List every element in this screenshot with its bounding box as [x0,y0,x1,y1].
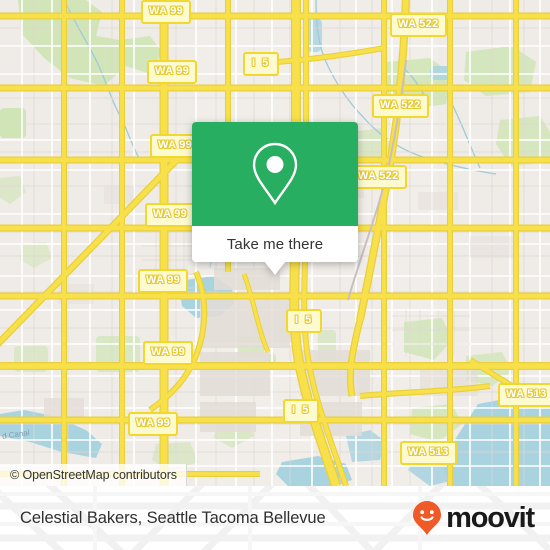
footer-bar: Celestial Bakers, Seattle Tacoma Bellevu… [0,486,550,550]
osm-attribution-text: © OpenStreetMap contributors [10,468,177,482]
map-canvas[interactable]: .rdY { stroke:#f7e04a; stroke-linecap:bu… [0,0,550,486]
highway-shield-wa99-6: WA 99 [143,341,194,365]
highway-shield-wa99-2: WA 99 [147,60,198,84]
highway-shield-wa522-3: WA 522 [350,165,407,189]
moovit-logo[interactable]: moovit [412,500,535,536]
highway-shield-wa99-4: WA 99 [145,203,196,227]
popup-pointer-tail [264,261,286,275]
popup-header [192,122,358,226]
highway-shield-wa513-2: WA 513 [400,441,457,465]
highway-shield-wa522-1: WA 522 [390,13,447,37]
moovit-smiley-pin-icon [413,501,442,535]
moovit-map-screenshot: .rdY { stroke:#f7e04a; stroke-linecap:bu… [0,0,550,550]
footer-content: Celestial Bakers, Seattle Tacoma Bellevu… [0,486,550,550]
map-pin-icon [252,142,298,206]
highway-shield-i5-3: I 5 [283,399,320,423]
highway-shield-wa522-2: WA 522 [372,94,429,118]
osm-attribution[interactable]: © OpenStreetMap contributors [0,464,187,486]
popup-body: Take me there [192,122,358,262]
take-me-there-popup[interactable]: Take me there [192,122,358,275]
highway-shield-wa99-7: WA 99 [128,412,179,436]
moovit-wordmark: moovit [446,501,535,534]
highway-shield-wa513-1: WA 513 [498,383,550,407]
take-me-there-label: Take me there [226,235,324,253]
place-title: Celestial Bakers, Seattle Tacoma Bellevu… [20,508,326,527]
highway-shield-i5-1: I 5 [243,52,280,76]
highway-shield-i5-2: I 5 [286,309,323,333]
highway-shield-wa99-5: WA 99 [138,269,189,293]
highway-shield-wa99-1: WA 99 [141,0,192,24]
popup-footer[interactable]: Take me there [192,226,358,262]
